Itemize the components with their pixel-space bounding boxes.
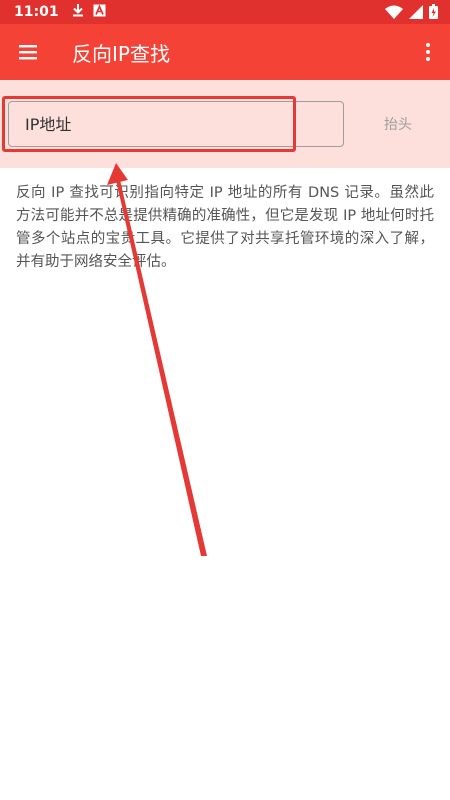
more-vert-icon[interactable] [416,40,440,64]
status-bar: 11:01 [0,0,450,24]
page-title: 反向IP查找 [72,42,170,66]
menu-icon[interactable] [16,40,40,64]
download-icon [71,3,85,21]
status-time: 11:01 [14,4,59,20]
search-area: 抬头 [0,80,450,168]
wifi-icon [385,5,403,23]
description-text: 反向 IP 查找可识别指向特定 IP 地址的所有 DNS 记录。虽然此方法可能并… [16,185,434,270]
app-bar: 反向IP查找 [0,24,450,80]
signal-icon [409,4,423,23]
ip-address-input[interactable] [8,101,344,147]
battery-icon [429,4,438,23]
font-icon [93,4,106,21]
lookup-button[interactable]: 抬头 [368,112,428,136]
